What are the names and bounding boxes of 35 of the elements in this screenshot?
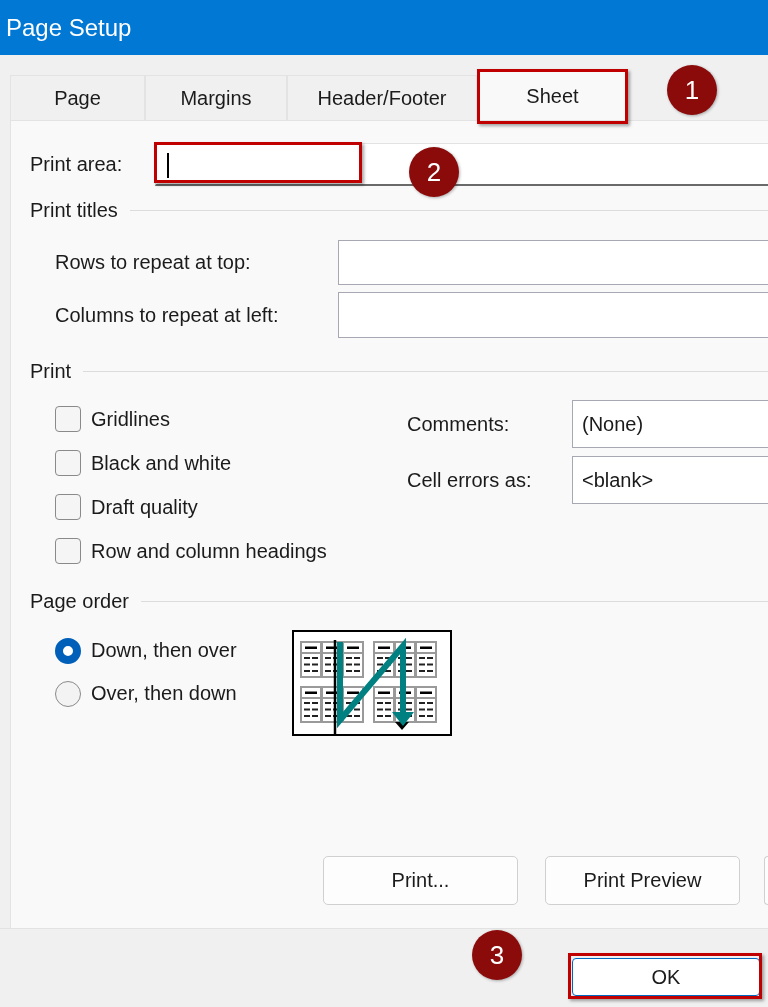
input-field[interactable] [338, 240, 768, 285]
print-area-field[interactable] [155, 143, 768, 186]
checkbox[interactable] [55, 406, 81, 432]
checkbox[interactable] [55, 494, 81, 520]
checkbox[interactable] [55, 450, 81, 476]
step-marker: 1 [667, 65, 717, 115]
radio-label: Over, then down [91, 682, 237, 705]
ok-button[interactable]: OK [572, 958, 760, 996]
radio-button[interactable] [55, 637, 81, 664]
field-label: Print area: [30, 153, 124, 176]
tab[interactable]: Header/Footer [287, 75, 477, 120]
checkbox-label: Black and white [91, 451, 232, 475]
checkbox[interactable] [55, 538, 81, 564]
dialog-button[interactable]: Print... [323, 856, 518, 905]
dropdown[interactable]: (None) [572, 400, 768, 448]
dropdown-label: Comments: [407, 412, 511, 436]
checkbox-label: Draft quality [91, 495, 198, 519]
radio-label: Down, then over [91, 639, 237, 662]
window-title: Page Setup [6, 13, 132, 42]
tab[interactable]: Margins [145, 75, 287, 120]
input-field[interactable] [338, 292, 768, 338]
radio-button[interactable] [55, 680, 81, 707]
dropdown-label: Cell errors as: [407, 468, 533, 492]
tab[interactable]: Page [10, 75, 145, 120]
field-label: Rows to repeat at top: [55, 251, 252, 274]
dropdown[interactable]: <blank> [572, 456, 768, 504]
group-heading: Page order [30, 589, 129, 613]
group-heading: Print [30, 359, 72, 383]
checkbox-label: Row and column headings [91, 539, 327, 563]
field-label: Columns to repeat at left: [55, 303, 280, 327]
step-marker: 3 [472, 930, 522, 980]
checkbox-label: Gridlines [91, 407, 170, 431]
dialog-button[interactable]: Print Preview [545, 856, 740, 905]
text-cursor [167, 153, 169, 178]
group-heading: Print titles [30, 198, 118, 222]
